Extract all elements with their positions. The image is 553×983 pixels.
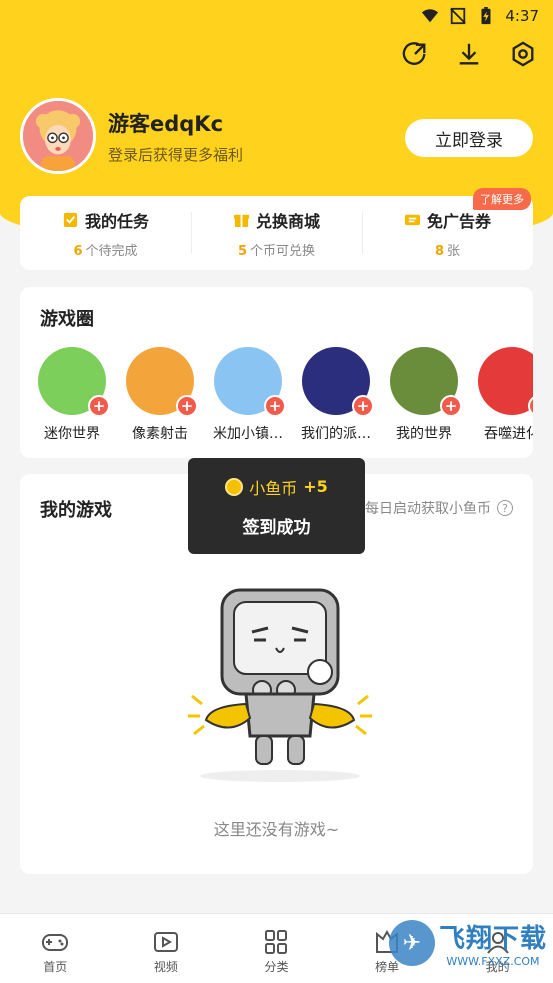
nav-video[interactable]: 视频 — [111, 914, 222, 983]
learn-more-badge[interactable]: 了解更多 — [473, 188, 531, 210]
stat-my-tasks[interactable]: 我的任务 6 个待完成 — [20, 196, 191, 270]
nav-label: 分类 — [264, 960, 289, 974]
game-icon: + — [38, 347, 110, 417]
plus-icon[interactable]: + — [528, 395, 533, 417]
game-name: 吞噬进化 — [484, 426, 533, 442]
game-item[interactable]: + 迷你世界 — [38, 347, 110, 443]
game-name: 我们的派… — [301, 426, 371, 442]
stat-suffix: 张 — [447, 243, 461, 259]
game-item[interactable]: + 我的世界 — [390, 347, 462, 443]
stat-ad-free-ticket[interactable]: 了解更多 免广告券 8张 — [362, 188, 533, 270]
hint-text: 每日启动获取小鱼币 — [365, 501, 491, 517]
nav-home[interactable]: 首页 — [0, 914, 111, 983]
username: 游客edqKc — [108, 111, 224, 136]
profile-subtitle: 登录后获得更多福利 — [108, 145, 244, 164]
game-item[interactable]: + 我们的派… — [301, 347, 374, 443]
checkin-toast: 小鱼币 +5 签到成功 — [188, 458, 365, 554]
empty-mascot-illustration — [170, 586, 390, 790]
game-name: 像素射击 — [132, 426, 188, 442]
status-time: 4:37 — [505, 7, 539, 25]
watermark-url: WWW.FXXZ.COM — [446, 955, 540, 968]
game-item[interactable]: + 吞噬进化 — [478, 347, 533, 443]
game-name: 我的世界 — [396, 426, 452, 442]
coin-amount: +5 — [303, 477, 328, 496]
watermark-title: 飞翔下载 — [438, 924, 547, 954]
gamepad-icon — [42, 934, 69, 951]
game-icon: + — [478, 347, 533, 417]
game-icon: + — [302, 347, 374, 417]
my-games-title: 我的游戏 — [40, 500, 112, 521]
stat-title: 我的任务 — [84, 211, 149, 231]
toast-message: 签到成功 — [242, 517, 311, 538]
stat-title: 免广告券 — [426, 211, 491, 231]
nav-category[interactable]: 分类 — [221, 914, 332, 983]
nav-label: 首页 — [43, 960, 68, 974]
coin-label: 小鱼币 — [249, 478, 298, 498]
plus-icon[interactable]: + — [440, 395, 462, 417]
profile-section: 游客edqKc 登录后获得更多福利 — [20, 98, 243, 174]
share-icon[interactable] — [401, 40, 429, 68]
plus-icon[interactable]: + — [176, 395, 198, 417]
stat-exchange-store[interactable]: 兑换商城 5 个币可兑换 — [191, 196, 362, 270]
stat-count: 8 — [434, 243, 445, 259]
avatar[interactable] — [20, 98, 96, 174]
plus-icon[interactable]: + — [352, 395, 374, 417]
empty-state-text: 这里还没有游戏~ — [213, 820, 340, 839]
watermark-logo-icon: ✈ — [388, 920, 435, 966]
game-icon: + — [126, 347, 198, 417]
game-circle-list: + 迷你世界 + 像素射击 + 米加小镇… + 我们的派… + 我的世界 + 吞… — [38, 347, 533, 443]
stats-card: 我的任务 6 个待完成 兑换商城 5 个币可兑换 了解更多 免广告券 8张 — [20, 188, 533, 270]
game-icon: + — [214, 347, 286, 417]
stat-suffix: 个币可兑换 — [250, 243, 316, 259]
stat-count: 5 — [237, 243, 248, 259]
login-button[interactable]: 立即登录 — [405, 119, 533, 157]
stat-count: 6 — [73, 243, 83, 259]
game-name: 米加小镇… — [213, 426, 283, 442]
video-icon — [153, 932, 178, 952]
download-icon[interactable] — [455, 40, 483, 68]
signal-off-icon — [449, 7, 467, 25]
game-circle-title: 游戏圈 — [40, 309, 94, 330]
help-icon[interactable]: ? — [497, 500, 513, 516]
battery-icon — [477, 7, 495, 25]
coin-icon — [225, 477, 244, 496]
daily-coin-hint[interactable]: 每日启动获取小鱼币 ? — [365, 498, 513, 518]
top-actions — [401, 40, 537, 68]
game-name: 迷你世界 — [44, 426, 100, 442]
wifi-icon — [421, 7, 439, 25]
site-watermark: ✈ 飞翔下载 WWW.FXXZ.COM — [388, 918, 547, 968]
task-icon — [63, 212, 78, 228]
plus-icon[interactable]: + — [88, 395, 110, 417]
status-bar: 4:37 — [0, 0, 553, 32]
nav-label: 视频 — [153, 960, 178, 974]
settings-icon[interactable] — [509, 40, 537, 68]
game-item[interactable]: + 米加小镇… — [213, 347, 286, 443]
ticket-icon — [404, 214, 421, 226]
game-circle-card: 游戏圈 + 迷你世界 + 像素射击 + 米加小镇… + 我们的派… + 我的世界… — [20, 287, 533, 458]
gift-icon — [233, 214, 250, 228]
stat-title: 兑换商城 — [255, 211, 320, 231]
plus-icon[interactable]: + — [264, 395, 286, 417]
game-item[interactable]: + 像素射击 — [126, 347, 198, 443]
grid-icon — [265, 930, 288, 954]
game-icon: + — [390, 347, 462, 417]
stat-suffix: 个待完成 — [85, 243, 138, 259]
